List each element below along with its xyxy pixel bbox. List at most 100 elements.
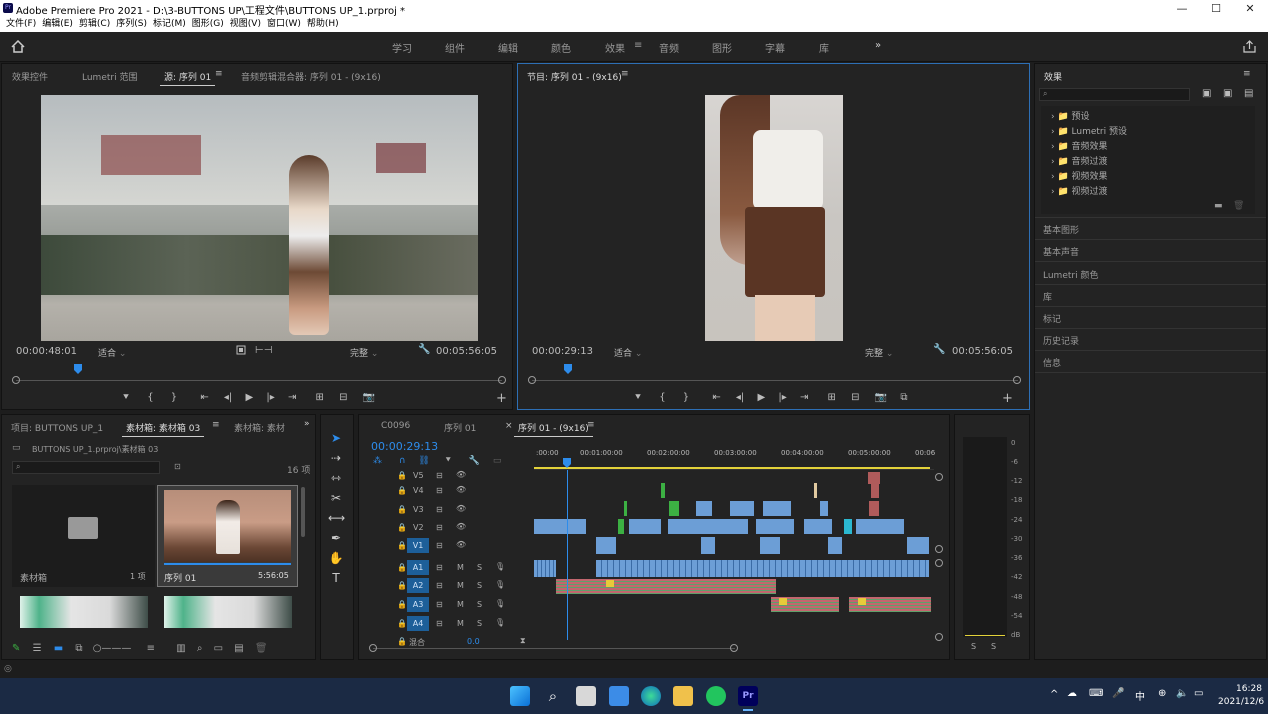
section-lumetri-color[interactable]: Lumetri 颜色 [1043,268,1098,281]
lock-icon[interactable]: 🔒 [397,486,407,495]
slip-tool-icon[interactable]: ⟷ [328,510,345,526]
video-clip[interactable] [668,519,748,534]
video-clip[interactable] [624,501,627,516]
ripple-edit-tool-icon[interactable]: ⇿ [328,470,344,486]
eye-icon[interactable]: 👁 [456,485,466,494]
menu-graphics[interactable]: 图形(G) [192,17,224,32]
task-view-icon[interactable] [576,686,596,706]
source-playhead[interactable] [74,364,82,374]
freeform-view-icon[interactable]: ⧉ [75,643,82,654]
video-clip[interactable] [701,537,715,554]
video-clip[interactable] [869,501,879,516]
sync-lock-icon[interactable]: ⊟ [436,471,443,480]
video-clip[interactable] [907,537,929,554]
network-icon[interactable]: ⊕ [1158,688,1166,699]
premiere-taskbar-icon[interactable]: Pr [738,686,758,706]
chevron-up-icon[interactable]: ^ [1050,689,1058,700]
razor-tool-icon[interactable]: ✂ [328,490,344,506]
program-title[interactable]: 节目: 序列 01 - (9x16) [527,70,622,83]
new-search-bin-icon[interactable]: ⊡ [174,462,181,471]
mark-in-icon[interactable]: { [147,392,153,403]
video-clip[interactable] [844,519,852,534]
zoom-start-handle[interactable] [369,644,377,652]
menu-view[interactable]: 视图(V) [230,17,261,32]
extract-icon[interactable]: ⊟ [851,392,859,403]
zoom-end-handle[interactable] [730,644,738,652]
close-tab-icon[interactable]: × [505,421,513,431]
tab-lumetri-scopes[interactable]: Lumetri 范围 [82,70,137,83]
workspace-editing[interactable]: 编辑 [498,40,518,55]
clock-date[interactable]: 2021/12/6 [1218,697,1264,707]
sort-icon[interactable]: ≡ [147,643,155,654]
solo-right-button[interactable]: S [991,642,996,651]
snap-icon[interactable]: ∩ [399,456,406,466]
bin-thumbnail[interactable]: 素材箱 1 项 [12,485,155,587]
timeline-settings-icon[interactable]: 🔧 [469,456,480,466]
play-icon[interactable]: ▶ [245,392,253,403]
export-frame-icon[interactable]: 📷 [363,392,375,403]
tab-effect-controls[interactable]: 效果控件 [12,70,48,83]
start-icon[interactable] [510,686,530,706]
go-to-end-icon[interactable]: ⧗ [520,636,526,646]
clip-thumbnail[interactable] [20,596,148,628]
lock-icon[interactable]: 🔒 [397,563,407,572]
lock-icon[interactable]: 🔒 [397,619,407,628]
step-forward-icon[interactable]: |▸ [778,392,786,403]
time-ruler[interactable]: :00:00 00:01:00:00 00:02:00:00 00:03:00:… [534,446,935,470]
workspace-graphics[interactable]: 图形 [712,40,732,55]
add-button-icon[interactable]: + [496,391,507,406]
lock-icon[interactable]: 🔒 [397,600,407,609]
track-select-tool-icon[interactable]: ⇢ [328,450,344,466]
delete-icon[interactable]: 🗑 [1233,201,1244,211]
track-height-handle[interactable] [935,473,943,481]
track-height-handle[interactable] [935,545,943,553]
video-clip[interactable] [629,519,661,534]
wrench-icon[interactable]: 🔧 [933,344,945,355]
video-clip[interactable] [756,519,794,534]
comparison-view-icon[interactable]: ⧉ [900,392,907,403]
go-to-out-icon[interactable]: ⇥ [288,392,296,403]
video-clip[interactable] [661,483,665,498]
more-workspaces-icon[interactable]: » [875,40,881,51]
panel-menu-icon[interactable]: ≡ [587,420,595,430]
video-clip[interactable] [820,501,828,516]
audio-clip[interactable] [596,560,929,577]
find-icon[interactable]: ⌕ [197,643,203,654]
icon-view-icon[interactable]: ▬ [54,643,63,654]
mute-button[interactable]: M [457,600,464,609]
nest-icon[interactable]: ⁂ [373,456,382,466]
program-current-timecode[interactable]: 00:00:29:13 [532,346,593,357]
eye-icon[interactable]: 👁 [456,470,466,479]
timeline-zoom-bar[interactable] [373,648,735,649]
menu-help[interactable]: 帮助(H) [307,17,339,32]
mix-value[interactable]: 0.0 [467,637,480,646]
mic-icon[interactable]: 🎙 [495,580,505,589]
file-explorer-icon[interactable] [673,686,693,706]
track-target-a4[interactable]: A4 [407,616,429,631]
go-to-in-icon[interactable]: ⇤ [200,392,208,403]
scrub-start-handle[interactable] [12,376,20,384]
battery-icon[interactable]: ▭ [1194,688,1203,699]
menu-edit[interactable]: 编辑(E) [42,17,73,32]
tree-item-audio-transitions[interactable]: › 📁 音频过渡 [1051,154,1108,167]
lock-icon[interactable]: 🔒 [397,523,407,532]
overwrite-icon[interactable]: ⊟ [339,392,347,403]
solo-button[interactable]: S [477,619,482,628]
widgets-icon[interactable] [609,686,629,706]
mute-button[interactable]: M [457,581,464,590]
maximize-button[interactable]: ☐ [1199,0,1233,17]
menu-clip[interactable]: 剪辑(C) [79,17,110,32]
workspace-assembly[interactable]: 组件 [445,40,465,55]
workspace-captions[interactable]: 字幕 [765,40,785,55]
wrench-icon[interactable]: 🔧 [418,344,430,355]
video-clip[interactable] [534,519,586,534]
workspace-learn[interactable]: 学习 [392,40,412,55]
video-clip[interactable] [814,483,817,498]
section-history[interactable]: 历史记录 [1043,334,1079,347]
tree-item-presets[interactable]: › 📁 预设 [1051,109,1090,122]
search-icon[interactable]: ⌕ [543,686,563,706]
lock-icon[interactable]: 🔒 [397,505,407,514]
new-bin-icon[interactable]: ▬ [1214,201,1223,211]
video-clip[interactable] [696,501,712,516]
track-target-a2[interactable]: A2 [407,578,429,593]
